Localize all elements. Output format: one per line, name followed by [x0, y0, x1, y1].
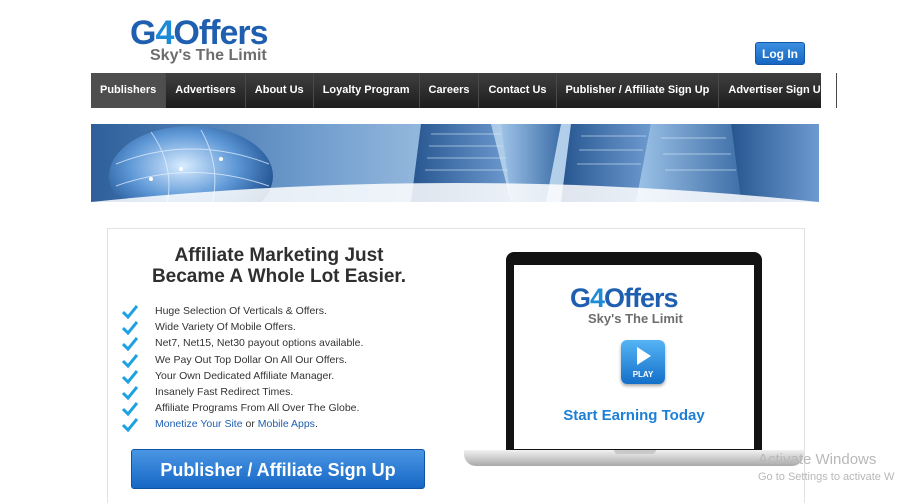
checkmark-icon — [122, 305, 138, 319]
activate-windows-subtext: Go to Settings to activate W — [758, 471, 895, 483]
feature-item: Net7, Net15, Net30 payout options availa… — [122, 335, 363, 352]
play-button[interactable]: PLAY — [621, 340, 665, 384]
feature-item: Monetize Your Site or Mobile Apps. — [122, 416, 363, 433]
feature-item: Huge Selection Of Verticals & Offers. — [122, 303, 363, 319]
feature-item: Your Own Dedicated Affiliate Manager. — [122, 368, 363, 384]
nav-item-publishers[interactable]: Publishers — [91, 73, 167, 108]
start-earning-text: Start Earning Today — [563, 407, 705, 424]
or-text: or — [242, 418, 258, 431]
laptop-screen: G4Offers Sky's The Limit PLAY Start Earn… — [514, 265, 754, 449]
nav-item-loyalty-program[interactable]: Loyalty Program — [314, 73, 420, 108]
laptop-base-notch — [614, 450, 656, 454]
feature-item: Wide Variety Of Mobile Offers. — [122, 319, 363, 336]
laptop-screen-bezel: G4Offers Sky's The Limit PLAY Start Earn… — [506, 252, 762, 452]
nav-item-publisher-signup[interactable]: Publisher / Affiliate Sign Up — [557, 73, 720, 108]
logo-tagline: Sky's The Limit — [150, 47, 267, 64]
nav-item-advertisers[interactable]: Advertisers — [166, 73, 246, 108]
feature-item: We Pay Out Top Dollar On All Our Offers. — [122, 352, 363, 368]
checkmark-icon — [122, 353, 138, 368]
site-logo[interactable]: G4Offers Sky's The Limit — [130, 14, 290, 66]
play-label: PLAY — [632, 370, 654, 379]
login-button[interactable]: Log In — [755, 42, 805, 65]
laptop-base — [464, 450, 804, 466]
publisher-signup-button[interactable]: Publisher / Affiliate Sign Up — [131, 449, 425, 489]
screen-tagline: Sky's The Limit — [588, 311, 683, 326]
page-headline: Affiliate Marketing Just Became A Whole … — [151, 245, 407, 287]
period-text: . — [314, 418, 318, 431]
main-nav: Publishers Advertisers About Us Loyalty … — [91, 73, 838, 108]
checkmark-icon — [122, 369, 138, 384]
nav-item-about-us[interactable]: About Us — [246, 73, 314, 108]
checkmark-icon — [122, 385, 138, 400]
feature-item: Insanely Fast Redirect Times. — [122, 384, 363, 400]
checkmark-icon — [122, 321, 138, 336]
checkmark-icon — [122, 337, 138, 352]
nav-item-contact-us[interactable]: Contact Us — [479, 73, 557, 108]
nav-item-advertiser-signup[interactable]: Advertiser Sign Up — [719, 73, 838, 108]
banner-image — [91, 124, 819, 202]
screen-logo: G4Offers — [570, 283, 679, 313]
play-icon — [637, 347, 651, 365]
nav-item-careers[interactable]: Careers — [420, 73, 480, 108]
checkmark-icon — [122, 402, 138, 417]
feature-item: Affiliate Programs From All Over The Glo… — [122, 400, 363, 417]
laptop-illustration: G4Offers Sky's The Limit PLAY Start Earn… — [462, 250, 812, 475]
monetize-site-link[interactable]: Monetize Your Site — [155, 418, 243, 430]
activate-windows-watermark: Activate Windows — [758, 451, 877, 468]
mobile-apps-link[interactable]: Mobile Apps — [258, 418, 315, 430]
feature-list: Huge Selection Of Verticals & Offers. Wi… — [122, 303, 363, 433]
hero-banner — [91, 124, 819, 202]
checkmark-icon — [122, 418, 138, 433]
